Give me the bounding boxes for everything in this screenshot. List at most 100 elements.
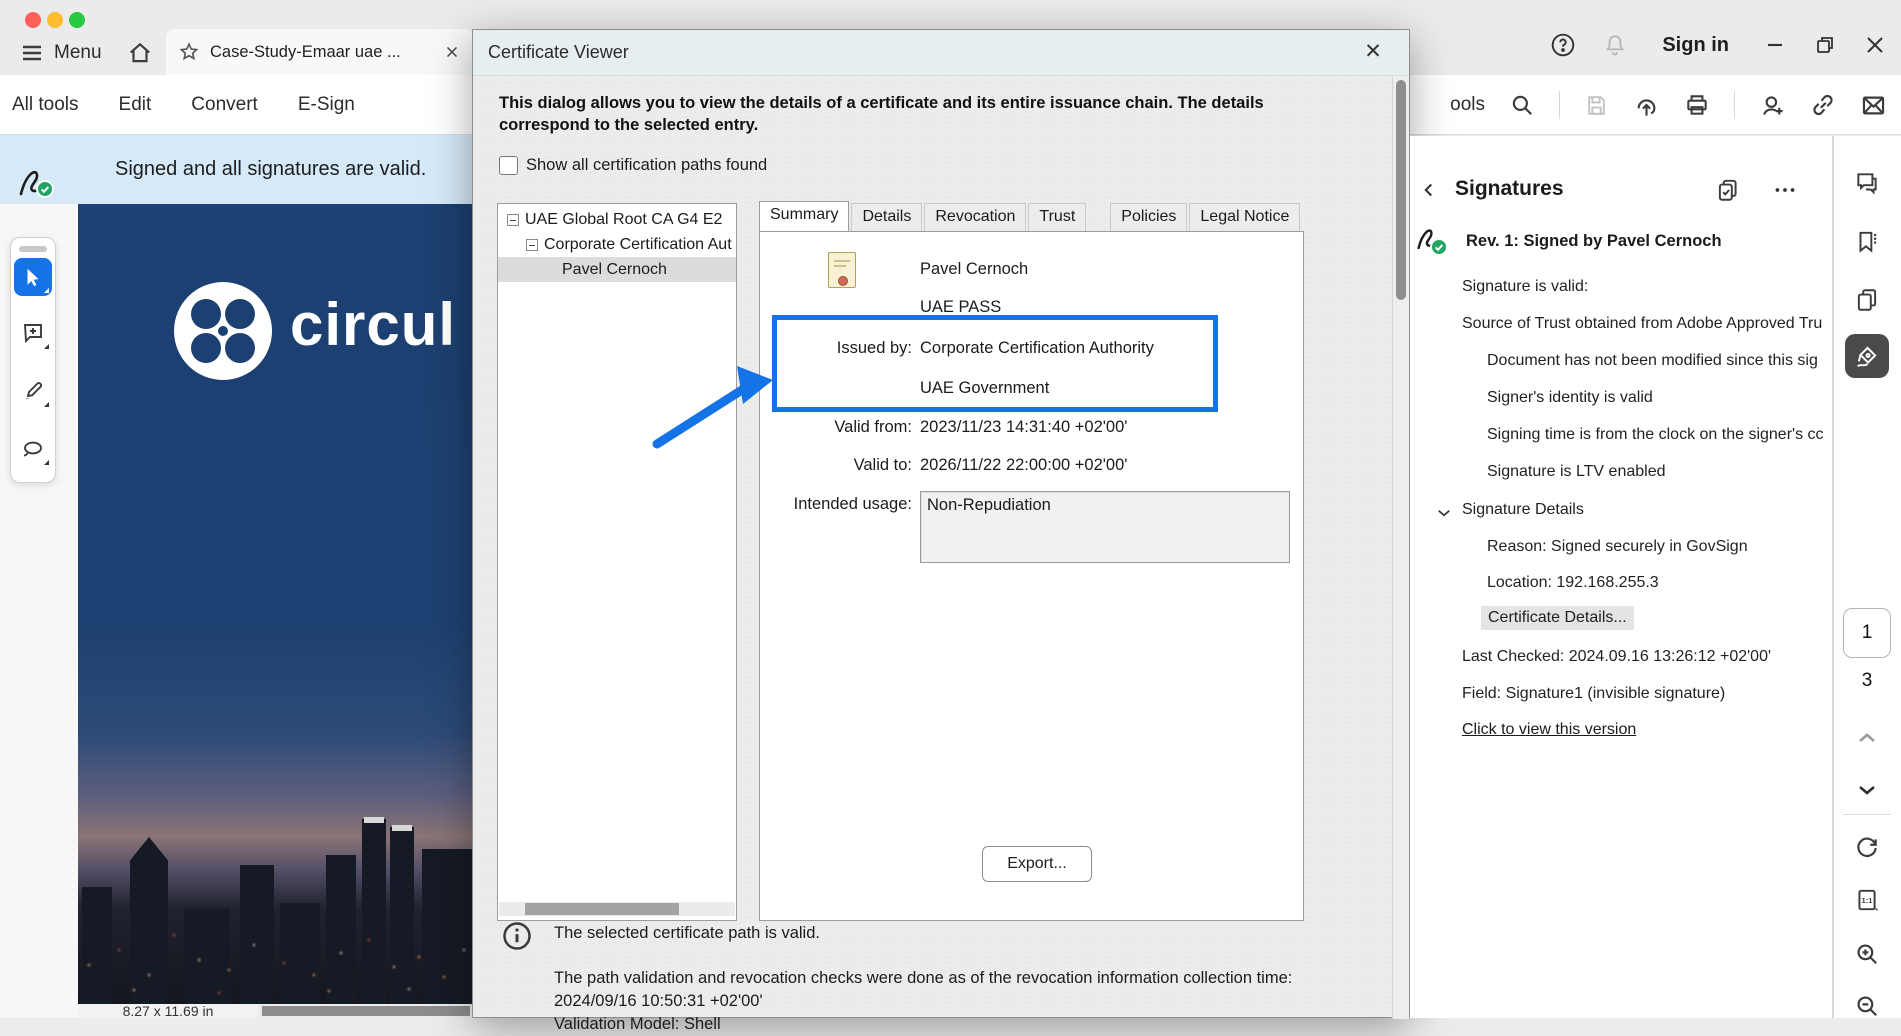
comments-panel-button[interactable] [1845,161,1889,205]
lasso-icon [21,437,45,461]
dialog-title-bar[interactable]: Certificate Viewer ✕ [473,30,1409,76]
show-paths-checkbox[interactable] [499,156,518,175]
document-tab[interactable]: Case-Study-Emaar uae ... [166,29,473,75]
upload-cloud-icon[interactable] [1633,92,1660,119]
bookmarks-panel-button[interactable] [1845,220,1889,264]
toolbar-divider [1559,91,1560,119]
close-window-icon[interactable] [1863,33,1887,57]
zoom-in-button[interactable] [1845,932,1889,976]
window-controls: Sign in [1550,32,1887,58]
options-icon[interactable] [1772,177,1798,203]
add-user-icon[interactable] [1759,92,1786,119]
previous-page-button[interactable] [1845,716,1889,760]
home-button[interactable] [118,36,162,70]
tab-trust[interactable]: Trust [1028,203,1086,231]
certificate-details-button[interactable]: Certificate Details... [1481,606,1634,630]
tree-leaf-label: Pavel Cernoch [562,261,667,279]
mac-close-icon[interactable] [25,12,41,28]
rotate-page-button[interactable] [1845,826,1889,870]
dialog-vertical-scrollbar[interactable] [1392,76,1409,1019]
toolbar-esign[interactable]: E-Sign [296,90,357,120]
toolbar-edit[interactable]: Edit [117,90,154,120]
draw-tool-button[interactable] [14,430,52,468]
collapse-node-icon[interactable] [507,214,519,226]
mac-minimize-icon[interactable] [47,12,63,28]
zoom-out-button[interactable] [1845,984,1889,1028]
export-button[interactable]: Export... [982,846,1092,882]
annotation-arrow-icon [641,360,781,460]
drag-handle[interactable] [19,246,47,252]
tree-root-label: UAE Global Root CA G4 E2 [525,211,722,229]
restore-window-icon[interactable] [1813,33,1837,57]
next-page-button[interactable] [1845,768,1889,812]
logo-text: circul [290,290,456,359]
link-icon[interactable] [1810,92,1836,118]
tab-legal-notice[interactable]: Legal Notice [1189,203,1300,231]
email-icon[interactable] [1860,92,1887,119]
print-icon[interactable] [1684,92,1710,118]
search-icon[interactable] [1509,92,1535,118]
collapse-panel-icon[interactable] [1418,179,1440,201]
page-number-input[interactable] [1844,609,1890,657]
intended-usage-label: Intended usage: [760,495,912,514]
star-icon[interactable] [178,41,200,63]
dialog-description-line2: correspond to the selected entry. [499,116,758,135]
sig-identity-line: Signer's identity is valid [1487,389,1653,407]
toolbar-partial-label: ools [1450,94,1485,116]
chevron-down-icon[interactable] [1435,504,1453,522]
toolbar-convert[interactable]: Convert [189,90,260,120]
quick-tools-rail [10,237,56,483]
sig-ltv-line: Signature is LTV enabled [1487,463,1665,481]
select-tool-button[interactable] [14,258,52,296]
signature-pen-icon [1854,343,1880,369]
highlight-tool-button[interactable] [14,372,52,410]
zoom-in-icon [1854,941,1880,967]
tree-item-leaf[interactable]: Pavel Cernoch [498,257,737,282]
dialog-close-icon[interactable]: ✕ [1359,38,1387,66]
view-version-link[interactable]: Click to view this version [1462,721,1636,739]
validate-all-icon[interactable] [1715,177,1741,203]
tab-details[interactable]: Details [851,203,922,231]
sig-reason-line: Reason: Signed securely in GovSign [1487,538,1748,556]
collapse-node-icon[interactable] [526,239,538,251]
certificate-icon [828,252,856,288]
path-valid-text: The selected certificate path is valid. [554,924,820,943]
tree-horizontal-scrollbar[interactable] [499,902,735,916]
notifications-bell-icon[interactable] [1602,32,1628,58]
certificate-viewer-dialog: Certificate Viewer ✕ This dialog allows … [472,29,1410,1018]
help-icon[interactable] [1550,32,1576,58]
menu-label: Menu [54,42,102,64]
bookmarks-icon [1854,229,1880,255]
highlighter-icon [21,379,45,403]
add-comment-tool-button[interactable] [14,314,52,352]
mac-zoom-icon[interactable] [69,12,85,28]
sig-location-line: Location: 192.168.255.3 [1487,574,1659,592]
signature-details-header[interactable]: Signature Details [1462,501,1584,519]
menu-button[interactable]: Menu [12,36,110,70]
pages-panel-button[interactable] [1845,278,1889,322]
sig-time-line: Signing time is from the clock on the si… [1487,426,1824,444]
rotate-icon [1854,835,1880,861]
page-number-box[interactable] [1843,608,1891,658]
subject-name: Pavel Cernoch [920,260,1028,279]
scrollbar-thumb[interactable] [1396,80,1406,300]
summary-content: Pavel Cernoch UAE PASS Issued by: Corpor… [759,231,1304,921]
tab-policies[interactable]: Policies [1110,203,1187,231]
tree-item-root[interactable]: UAE Global Root CA G4 E2 [498,207,737,232]
sign-in-button[interactable]: Sign in [1662,34,1729,57]
actual-size-button[interactable]: 1:1 [1845,878,1889,922]
scrollbar-thumb[interactable] [525,903,679,915]
tab-close-icon[interactable] [443,43,461,61]
toolbar-all-tools[interactable]: All tools [10,90,81,120]
minimize-window-icon[interactable] [1763,33,1787,57]
sig-status-line: Signature is valid: [1462,278,1588,296]
tab-summary[interactable]: Summary [759,201,849,231]
horizontal-scrollbar[interactable] [262,1006,470,1016]
signatures-panel-button[interactable] [1845,334,1889,378]
save-icon[interactable] [1584,93,1609,118]
tab-revocation[interactable]: Revocation [924,203,1026,231]
signature-revision-item[interactable]: Rev. 1: Signed by Pavel Cernoch [1416,224,1722,258]
actual-size-icon: 1:1 [1854,887,1880,913]
intended-usage-box: Non-Repudiation [920,491,1290,563]
tree-item-intermediate[interactable]: Corporate Certification Aut [498,232,737,257]
